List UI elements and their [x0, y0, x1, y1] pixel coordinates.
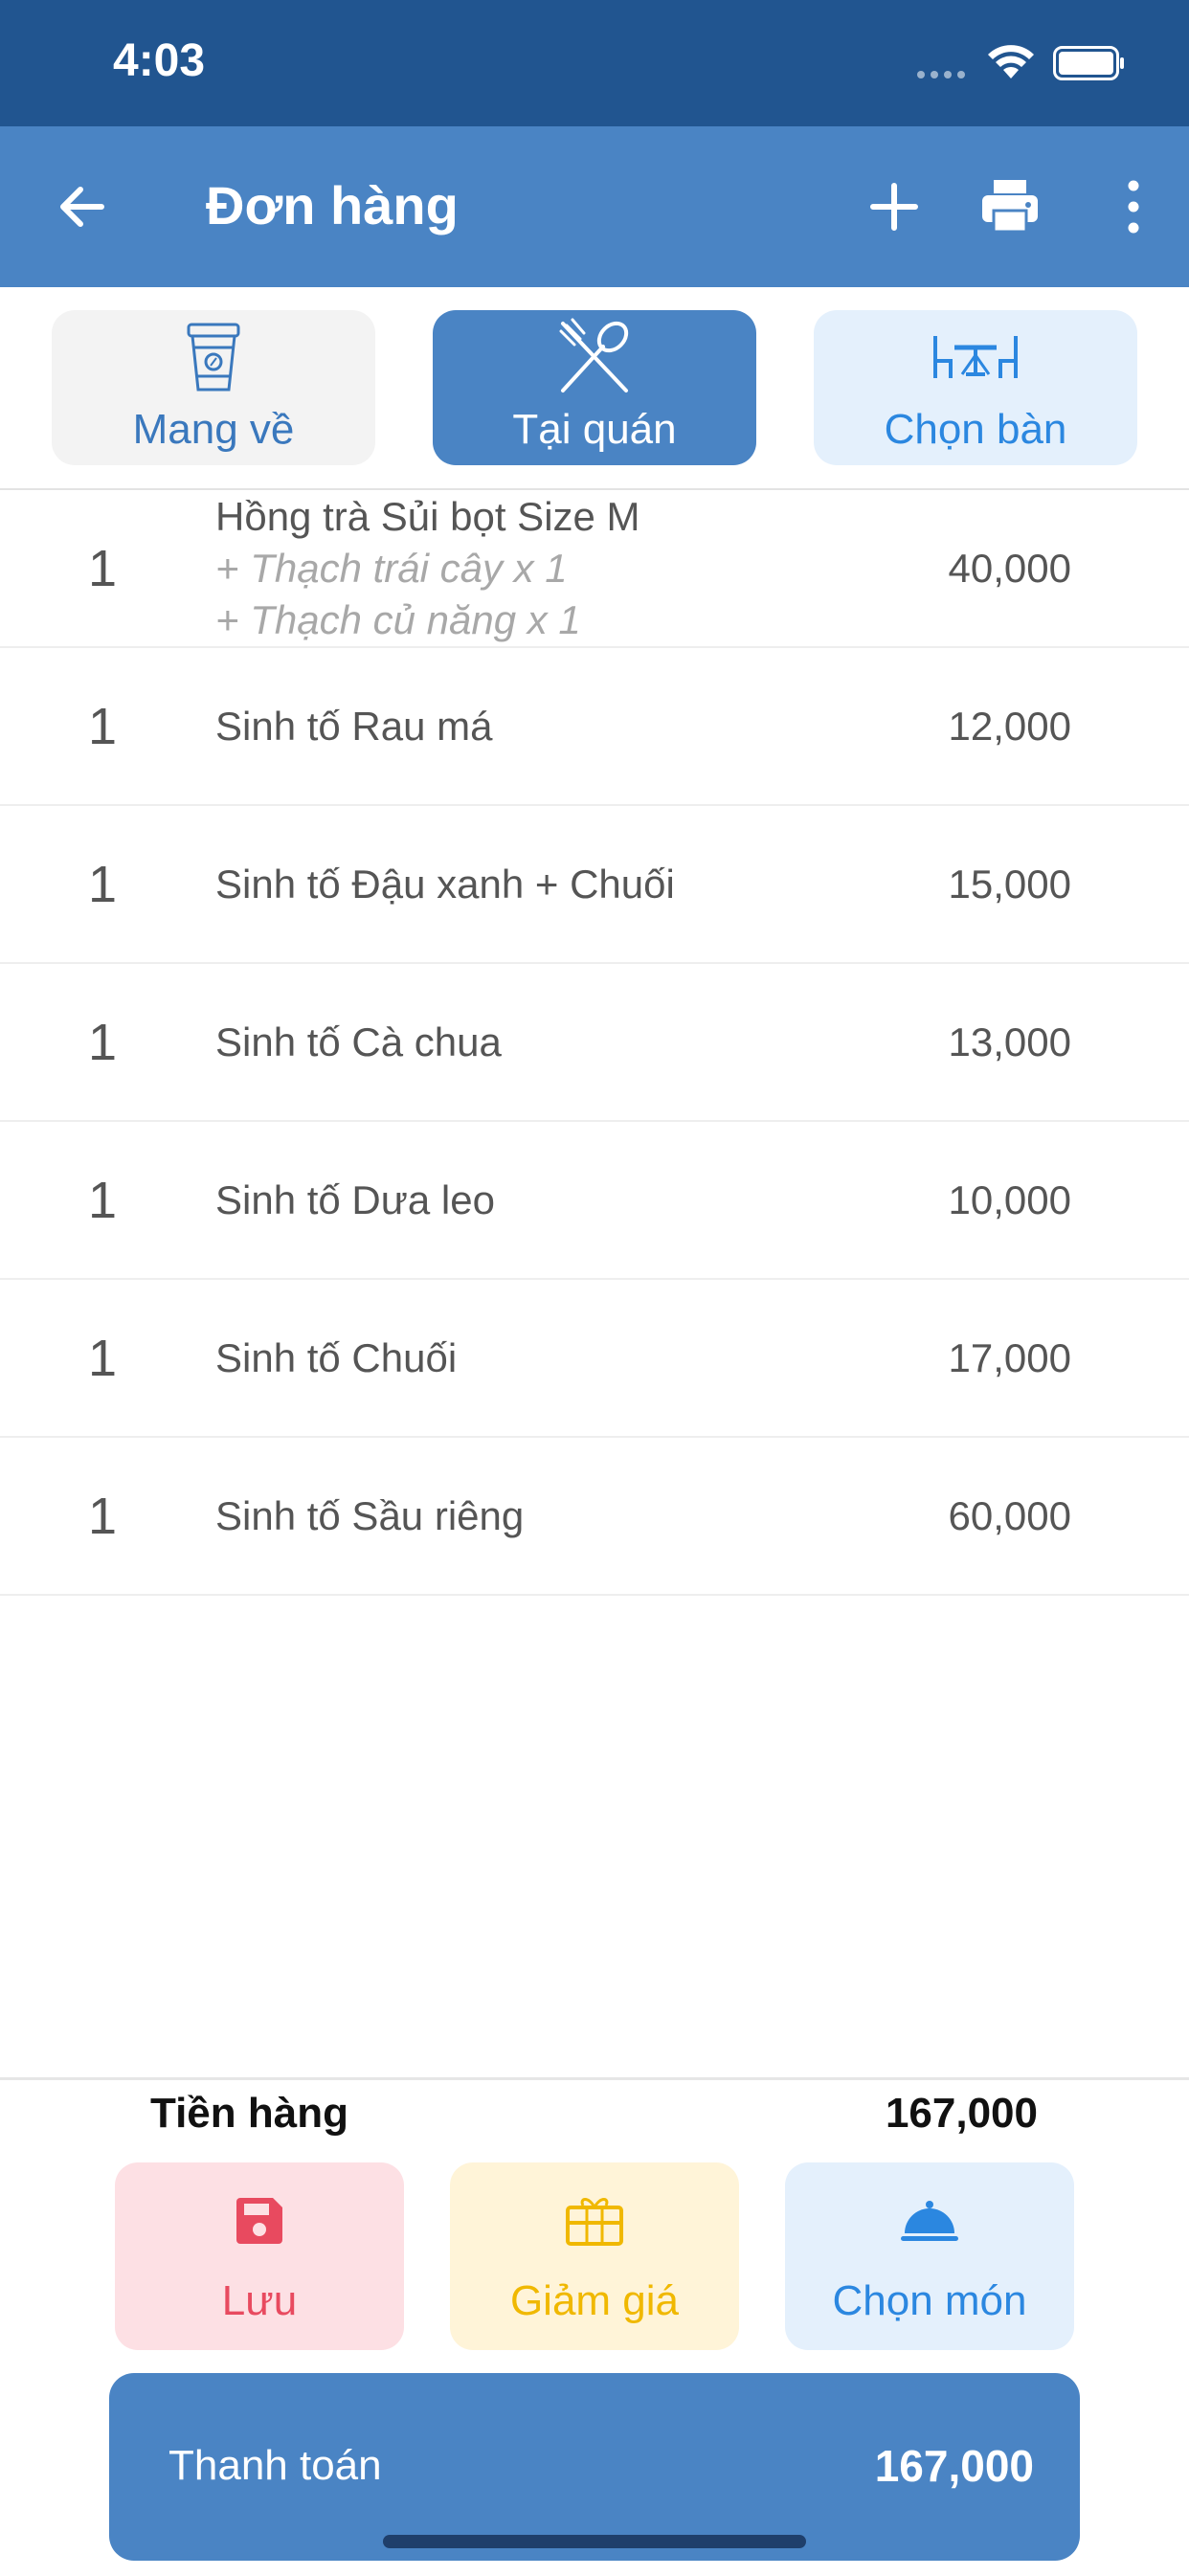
save-icon	[236, 2198, 282, 2244]
item-option: + Thạch củ năng x 1	[215, 596, 581, 642]
takeaway-button[interactable]: Mang về	[52, 310, 375, 465]
item-name: Sinh tố Sầu riêng	[215, 1492, 525, 1538]
item-price: 12,000	[948, 703, 1071, 749]
add-icon[interactable]	[865, 178, 923, 235]
serving-cloche-icon	[901, 2201, 958, 2241]
list-item[interactable]: 1 Hồng trà Sủi bọt Size M + Thạch trái c…	[0, 490, 1189, 648]
item-quantity: 1	[88, 1171, 118, 1229]
subtotal-label: Tiền hàng	[150, 2090, 348, 2137]
list-item[interactable]: 1 Sinh tố Rau má 12,000	[0, 648, 1189, 806]
page-title: Đơn hàng	[206, 175, 459, 235]
save-label: Lưu	[221, 2277, 298, 2324]
takeaway-cup-icon	[187, 323, 240, 392]
order-footer: Tiền hàng 167,000 Lưu Giảm giá Chọn món …	[0, 2077, 1189, 2576]
checkout-button[interactable]: Thanh toán 167,000	[109, 2373, 1080, 2561]
print-icon[interactable]	[978, 174, 1042, 237]
discount-label: Giảm giá	[509, 2277, 680, 2324]
order-item-list: 1 Hồng trà Sủi bọt Size M + Thạch trái c…	[0, 490, 1189, 1596]
choose-dish-button[interactable]: Chọn món	[785, 2162, 1074, 2350]
dine-in-button[interactable]: Tại quán	[433, 310, 756, 465]
back-arrow-icon[interactable]	[54, 178, 111, 235]
item-name: Sinh tố Dưa leo	[215, 1176, 495, 1222]
item-quantity: 1	[88, 855, 118, 913]
nav-bar: Đơn hàng	[0, 126, 1189, 287]
fork-spoon-icon	[559, 318, 629, 392]
item-price: 60,000	[948, 1492, 1071, 1538]
battery-icon	[1053, 46, 1124, 80]
table-chairs-icon	[933, 336, 1018, 378]
takeaway-label: Mang về	[132, 406, 295, 453]
cellular-signal-icon	[917, 71, 965, 78]
list-item[interactable]: 1 Sinh tố Đậu xanh + Chuối 15,000	[0, 806, 1189, 964]
item-quantity: 1	[88, 697, 118, 755]
item-name: Sinh tố Cà chua	[215, 1019, 502, 1064]
dine-in-label: Tại quán	[512, 406, 677, 453]
subtotal-value: 167,000	[885, 2090, 1038, 2137]
list-item[interactable]: 1 Sinh tố Dưa leo 10,000	[0, 1122, 1189, 1280]
item-quantity: 1	[88, 1487, 118, 1545]
list-item[interactable]: 1 Sinh tố Chuối 17,000	[0, 1280, 1189, 1438]
gift-card-icon	[566, 2198, 623, 2246]
list-item[interactable]: 1 Sinh tố Cà chua 13,000	[0, 964, 1189, 1122]
checkout-label: Thanh toán	[168, 2442, 382, 2489]
status-time: 4:03	[113, 35, 206, 86]
item-price: 13,000	[948, 1019, 1071, 1064]
item-name: Sinh tố Đậu xanh + Chuối	[215, 861, 675, 907]
item-price: 10,000	[948, 1176, 1071, 1222]
item-name: Sinh tố Rau má	[215, 703, 493, 749]
item-option: + Thạch trái cây x 1	[215, 545, 568, 591]
item-name: Hồng trà Sủi bọt Size M	[215, 493, 640, 539]
choose-table-label: Chọn bàn	[884, 406, 1067, 453]
checkout-total: 167,000	[874, 2441, 1034, 2491]
item-quantity: 1	[88, 1013, 118, 1071]
item-price: 15,000	[948, 861, 1071, 907]
choose-table-button[interactable]: Chọn bàn	[814, 310, 1137, 465]
list-item[interactable]: 1 Sinh tố Sầu riêng 60,000	[0, 1438, 1189, 1596]
home-indicator[interactable]	[383, 2535, 806, 2548]
item-price: 17,000	[948, 1334, 1071, 1380]
save-button[interactable]: Lưu	[115, 2162, 404, 2350]
choose-dish-label: Chọn món	[832, 2277, 1027, 2324]
discount-button[interactable]: Giảm giá	[450, 2162, 739, 2350]
item-price: 40,000	[948, 545, 1071, 591]
more-vertical-icon[interactable]	[1118, 176, 1149, 237]
wifi-icon	[988, 45, 1034, 78]
order-mode-selector: Mang về Tại quán Chọn bàn	[0, 287, 1189, 490]
status-bar: 4:03	[0, 0, 1189, 126]
item-quantity: 1	[88, 539, 118, 597]
item-quantity: 1	[88, 1329, 118, 1387]
item-name: Sinh tố Chuối	[215, 1334, 458, 1380]
